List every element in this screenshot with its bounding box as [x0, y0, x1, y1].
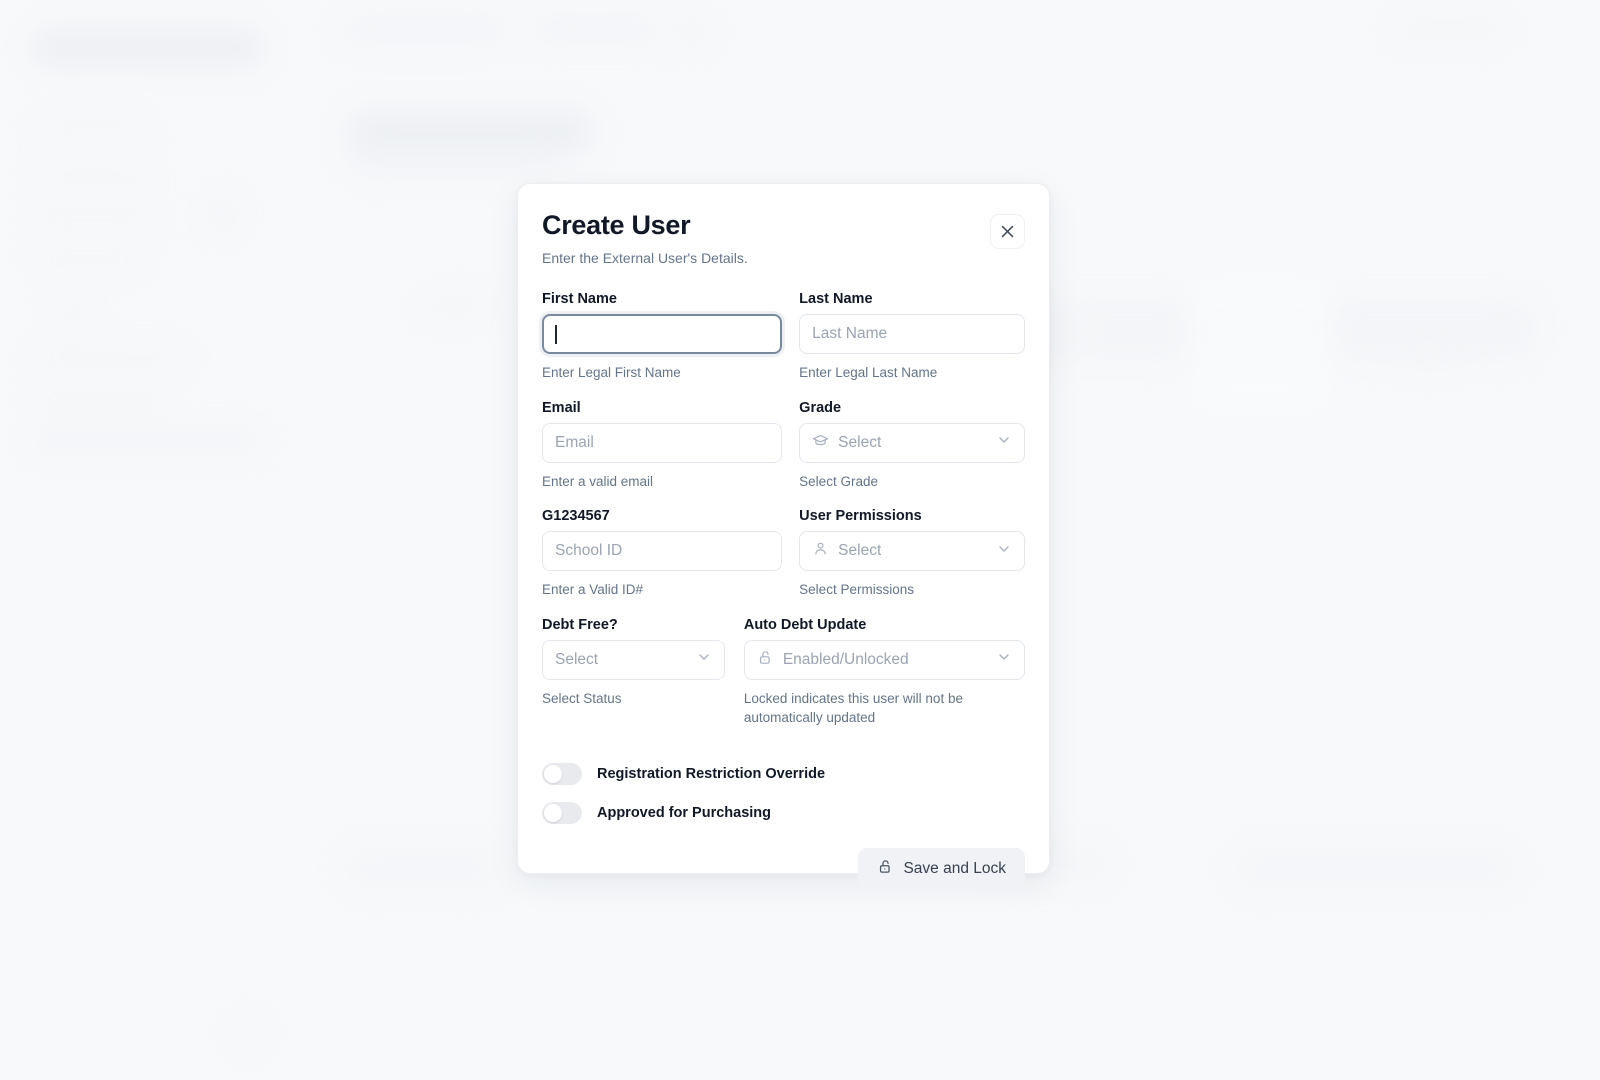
chevron-down-icon	[996, 649, 1012, 670]
form-row-id-permissions: G1234567 School ID Enter a Valid ID# Use…	[542, 508, 1025, 600]
form-row-email-grade: Email Email Enter a valid email Grade Se…	[542, 400, 1025, 492]
debt-free-help: Select Status	[542, 690, 622, 706]
last-name-label: Last Name	[799, 291, 873, 308]
field-user-permissions: User Permissions Select Select Permissio…	[799, 508, 1025, 600]
unlock-icon	[757, 649, 774, 671]
user-permissions-value: Select	[838, 542, 882, 560]
toggle-approved-for-purchasing[interactable]: Approved for Purchasing	[542, 797, 1025, 830]
create-user-form: First Name Enter Legal First Name Last N…	[542, 291, 1025, 890]
field-debt-free: Debt Free? Select Select Status	[542, 617, 725, 728]
modal-subtitle: Enter the External User's Details.	[542, 250, 748, 267]
debt-free-select[interactable]: Select	[542, 639, 725, 680]
field-school-id: G1234567 School ID Enter a Valid ID#	[542, 508, 783, 600]
save-and-lock-label: Save and Lock	[903, 859, 1006, 877]
first-name-label: First Name	[542, 291, 617, 308]
grade-value: Select	[838, 433, 882, 451]
graduation-cap-icon	[812, 432, 829, 454]
user-permissions-select[interactable]: Select	[799, 531, 1025, 572]
last-name-placeholder: Last Name	[812, 325, 888, 343]
text-cursor	[555, 324, 557, 344]
create-user-modal: Create User Enter the External User's De…	[517, 183, 1050, 890]
email-placeholder: Email	[555, 433, 594, 451]
grade-label: Grade	[799, 399, 842, 416]
auto-debt-update-label: Auto Debt Update	[743, 616, 867, 633]
school-id-label: G1234567	[542, 508, 610, 525]
person-icon	[812, 540, 829, 562]
grade-select[interactable]: Select	[799, 422, 1025, 463]
field-auto-debt-update: Auto Debt Update Enabled/Unlocked Locked…	[743, 616, 1025, 728]
auto-debt-update-help: Locked indicates this user will not be a…	[743, 690, 963, 726]
first-name-input[interactable]	[542, 314, 783, 355]
chevron-down-icon	[696, 649, 712, 670]
approved-for-purchasing-label: Approved for Purchasing	[597, 805, 772, 822]
user-permissions-label: User Permissions	[799, 508, 922, 525]
unlock-icon	[877, 858, 894, 880]
approved-for-purchasing-switch[interactable]	[542, 802, 582, 825]
chevron-down-icon	[996, 541, 1012, 562]
last-name-help: Enter Legal Last Name	[799, 365, 938, 381]
close-button[interactable]	[990, 214, 1025, 249]
email-input[interactable]: Email	[542, 422, 783, 463]
field-email: Email Email Enter a valid email	[542, 399, 783, 492]
chevron-down-icon	[996, 432, 1012, 453]
field-first-name: First Name Enter Legal First Name	[542, 291, 783, 383]
debt-free-label: Debt Free?	[542, 616, 618, 633]
email-label: Email	[542, 399, 581, 416]
school-id-help: Enter a Valid ID#	[542, 582, 644, 598]
email-help: Enter a valid email	[542, 473, 654, 489]
modal-footer: Save and Lock	[542, 847, 1025, 890]
form-row-name: First Name Enter Legal First Name Last N…	[542, 291, 1025, 383]
close-icon	[999, 223, 1016, 240]
save-and-lock-button[interactable]: Save and Lock	[858, 847, 1025, 890]
toggle-group: Registration Restriction Override Approv…	[542, 758, 1025, 830]
auto-debt-update-select[interactable]: Enabled/Unlocked	[743, 639, 1025, 680]
registration-restriction-override-switch[interactable]	[542, 763, 582, 786]
field-grade: Grade Select Select Grade	[799, 400, 1025, 492]
modal-header-text: Create User Enter the External User's De…	[542, 210, 748, 266]
field-last-name: Last Name Last Name Enter Legal Last Nam…	[799, 291, 1025, 383]
debt-free-value: Select	[555, 650, 599, 668]
switch-knob	[544, 804, 562, 823]
user-permissions-help: Select Permissions	[799, 582, 914, 598]
form-row-debt: Debt Free? Select Select Status Auto Deb…	[542, 617, 1025, 728]
first-name-help: Enter Legal First Name	[542, 365, 681, 381]
switch-knob	[544, 765, 562, 784]
page-title: Create User	[542, 210, 691, 240]
toggle-registration-restriction-override[interactable]: Registration Restriction Override	[542, 758, 1025, 791]
last-name-input[interactable]: Last Name	[799, 314, 1025, 355]
auto-debt-update-value: Enabled/Unlocked	[782, 650, 909, 668]
school-id-input[interactable]: School ID	[542, 531, 783, 572]
registration-restriction-override-label: Registration Restriction Override	[597, 766, 826, 783]
grade-help: Select Grade	[799, 473, 878, 489]
modal-header: Create User Enter the External User's De…	[542, 210, 1025, 266]
school-id-placeholder: School ID	[555, 542, 623, 560]
